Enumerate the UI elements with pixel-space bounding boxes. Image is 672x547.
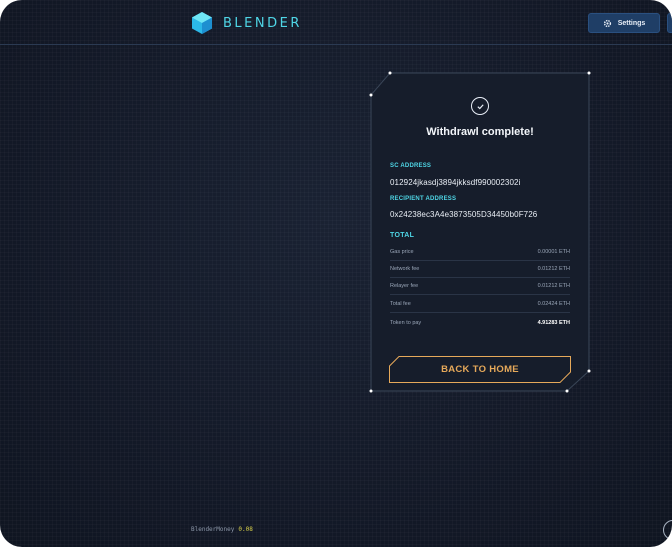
footer-version: 0.08	[238, 526, 253, 533]
fee-value: 0.02424 ETH	[537, 301, 570, 307]
back-to-home-label: BACK TO HOME	[441, 364, 519, 375]
total-label: TOTAL	[390, 232, 415, 239]
fee-row-token-to-pay: Token to pay 4.91283 ETH	[390, 314, 570, 331]
fee-value: 0.00001 ETH	[537, 249, 570, 255]
corner-help-button[interactable]	[663, 520, 672, 540]
card-title: Withdrawl complete!	[426, 126, 534, 138]
gear-icon	[603, 19, 611, 27]
footer-app-label: BlenderMoney	[191, 526, 235, 533]
fee-row-network: Network fee 0.01212 ETH	[390, 261, 570, 278]
sc-address-value: 012924jkasdj3894jkksdf990002302i	[390, 178, 521, 187]
top-bar: BLENDER Settings	[0, 0, 672, 45]
hexagon-logo-icon	[192, 12, 212, 34]
fee-label: Total fee	[390, 301, 411, 307]
fee-value: 4.91283 ETH	[537, 319, 570, 326]
fee-row-relayer: Relayer fee 0.01212 ETH	[390, 278, 570, 295]
settings-label: Settings	[617, 19, 646, 27]
fee-label: Relayer fee	[390, 283, 419, 289]
fee-value: 0.01212 ETH	[537, 266, 570, 272]
recipient-address-value: 0x24238ec3A4e3873505D34450b0F726	[390, 210, 538, 219]
back-to-home-button[interactable]: BACK TO HOME	[389, 356, 571, 383]
fee-value: 0.01212 ETH	[537, 283, 570, 289]
header-extra-button[interactable]	[667, 13, 672, 33]
fee-label: Token to pay	[390, 319, 422, 326]
fee-row-total: Total fee 0.02424 ETH	[390, 296, 570, 313]
fee-label: Network fee	[390, 266, 420, 272]
footer: BlenderMoney 0.08	[191, 526, 253, 533]
settings-button[interactable]: Settings	[588, 13, 660, 33]
fee-row-gas: Gas price 0.00001 ETH	[390, 244, 570, 261]
brand-name: BLENDER	[223, 15, 302, 31]
app-screen: BLENDER Settings Withdrawl complete! SC …	[0, 0, 672, 547]
recipient-address-label: RECIPIENT ADDRESS	[390, 196, 457, 202]
brand[interactable]: BLENDER	[191, 11, 302, 35]
fee-label: Gas price	[390, 249, 414, 255]
sc-address-label: SC ADDRESS	[390, 163, 432, 169]
success-check-icon	[471, 97, 489, 115]
